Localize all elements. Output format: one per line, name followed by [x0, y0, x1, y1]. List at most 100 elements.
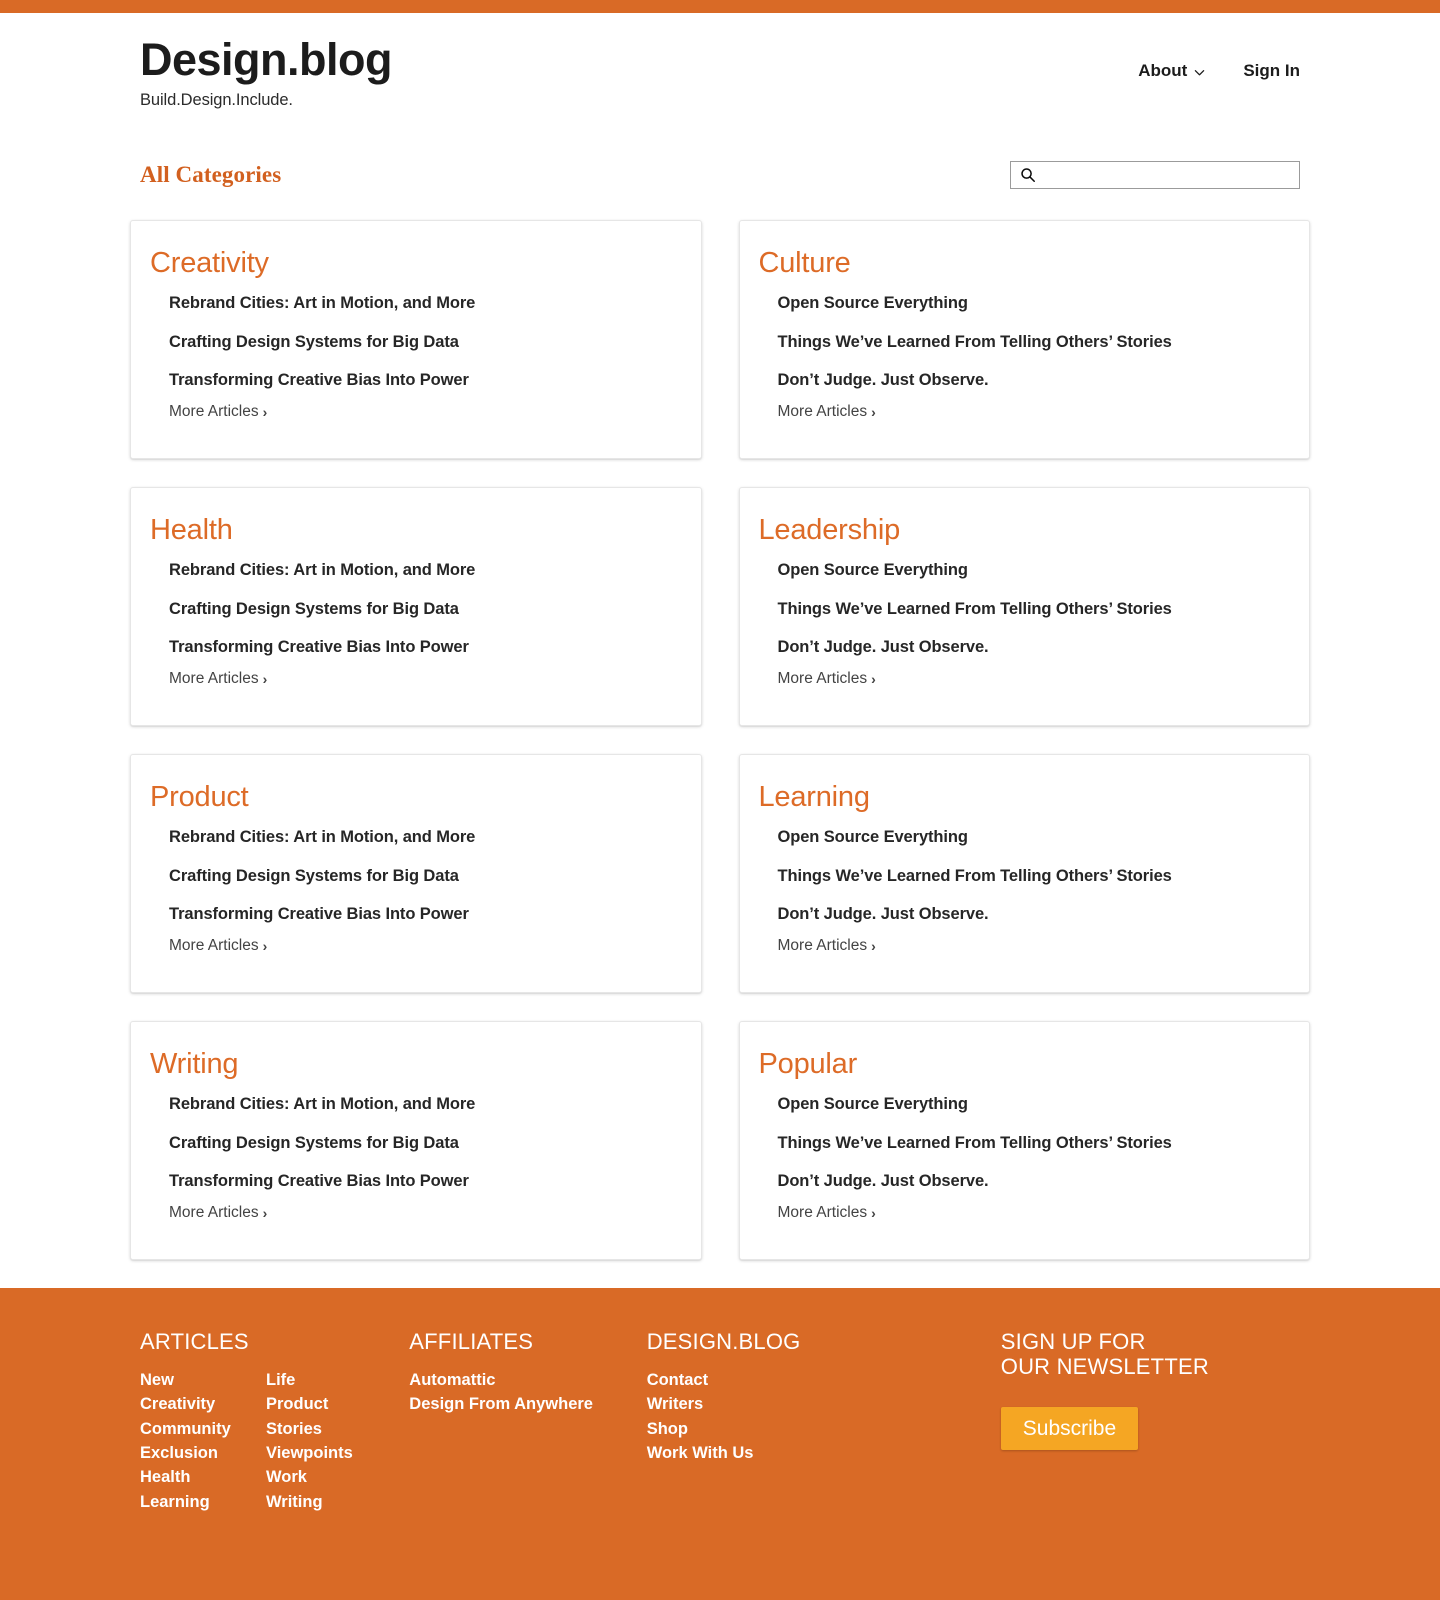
more-articles-link[interactable]: More Articles ›	[778, 670, 876, 688]
chevron-right-icon: ›	[262, 670, 268, 687]
footer-link[interactable]: Life	[266, 1368, 353, 1392]
article-link[interactable]: Rebrand Cities: Art in Motion, and More	[169, 829, 671, 846]
article-link[interactable]: Crafting Design Systems for Big Data	[169, 334, 671, 351]
footer-articles-column-b: Life Product Stories Viewpoints Work Wri…	[266, 1368, 353, 1514]
more-articles-label: More Articles	[777, 402, 868, 420]
footer-link[interactable]: Exclusion	[140, 1441, 266, 1465]
brand-block: Design.blog Build.Design.Include.	[140, 34, 393, 110]
category-card-title[interactable]: Culture	[759, 247, 851, 280]
article-link[interactable]: Don’t Judge. Just Observe.	[778, 372, 1280, 389]
more-articles-label: More Articles	[777, 1203, 868, 1221]
nav-item-sign-in-label: Sign In	[1243, 61, 1300, 80]
more-articles-link[interactable]: More Articles ›	[169, 403, 267, 421]
article-link[interactable]: Open Source Everything	[778, 295, 1280, 312]
category-card-title[interactable]: Learning	[759, 781, 870, 814]
category-card: Leadership Open Source Everything Things…	[738, 487, 1310, 727]
category-card-title[interactable]: Leadership	[759, 514, 901, 547]
category-card-title[interactable]: Health	[150, 514, 233, 547]
article-link[interactable]: Crafting Design Systems for Big Data	[169, 1135, 671, 1152]
article-link[interactable]: Don’t Judge. Just Observe.	[778, 1173, 1280, 1190]
article-link[interactable]: Things We’ve Learned From Telling Others…	[778, 1135, 1280, 1152]
footer-link[interactable]: Contact	[647, 1368, 1001, 1392]
footer-link[interactable]: Writing	[266, 1490, 353, 1514]
footer-link[interactable]: New	[140, 1368, 266, 1392]
nav-item-about[interactable]: About	[1138, 61, 1205, 81]
article-link[interactable]: Crafting Design Systems for Big Data	[169, 601, 671, 618]
more-articles-label: More Articles	[169, 669, 259, 687]
footer-link[interactable]: Community	[140, 1417, 266, 1441]
article-link[interactable]: Transforming Creative Bias Into Power	[169, 906, 671, 923]
category-card: Writing Rebrand Cities: Art in Motion, a…	[130, 1021, 702, 1261]
footer-link[interactable]: Writers	[647, 1392, 1001, 1416]
footer-designblog-links: Contact Writers Shop Work With Us	[647, 1368, 1001, 1465]
article-list: Open Source Everything Things We’ve Lear…	[759, 829, 1280, 923]
main-nav: About Sign In	[1138, 35, 1300, 81]
article-link[interactable]: Open Source Everything	[778, 562, 1280, 579]
footer-column-affiliates: AFFILIATES Automattic Design From Anywhe…	[409, 1330, 646, 1416]
chevron-right-icon: ›	[262, 1204, 268, 1221]
article-link[interactable]: Things We’ve Learned From Telling Others…	[778, 868, 1280, 885]
chevron-right-icon: ›	[871, 403, 876, 420]
category-card: Popular Open Source Everything Things We…	[738, 1021, 1310, 1261]
footer-link[interactable]: Shop	[647, 1417, 1001, 1441]
chevron-right-icon: ›	[262, 937, 268, 954]
article-link[interactable]: Things We’ve Learned From Telling Others…	[778, 334, 1280, 351]
more-articles-link[interactable]: More Articles ›	[778, 1204, 876, 1222]
more-articles-link[interactable]: More Articles ›	[169, 937, 267, 955]
article-list: Open Source Everything Things We’ve Lear…	[759, 1096, 1280, 1190]
footer-articles-links: New Creativity Community Exclusion Healt…	[140, 1368, 409, 1514]
category-card-title[interactable]: Popular	[759, 1048, 858, 1081]
article-link[interactable]: Transforming Creative Bias Into Power	[169, 639, 671, 656]
chevron-right-icon: ›	[871, 937, 876, 954]
site-tagline: Build.Design.Include.	[140, 91, 293, 110]
chevron-down-icon	[1194, 67, 1205, 78]
footer-link[interactable]: Creativity	[140, 1392, 266, 1416]
nav-item-sign-in[interactable]: Sign In	[1243, 61, 1300, 81]
chevron-right-icon: ›	[871, 670, 876, 687]
category-grid: Creativity Rebrand Cities: Art in Motion…	[0, 220, 1440, 1261]
article-link[interactable]: Don’t Judge. Just Observe.	[778, 639, 1280, 656]
category-card-title[interactable]: Writing	[150, 1048, 239, 1081]
article-link[interactable]: Open Source Everything	[778, 829, 1280, 846]
site-title[interactable]: Design.blog	[140, 34, 393, 85]
article-link[interactable]: Transforming Creative Bias Into Power	[169, 372, 671, 389]
article-link[interactable]: Rebrand Cities: Art in Motion, and More	[169, 1096, 671, 1113]
search-input[interactable]	[1011, 162, 1299, 189]
more-articles-label: More Articles	[777, 669, 868, 687]
article-list: Rebrand Cities: Art in Motion, and More …	[150, 829, 671, 923]
more-articles-link[interactable]: More Articles ›	[778, 403, 876, 421]
category-card: Product Rebrand Cities: Art in Motion, a…	[130, 754, 702, 994]
footer-link[interactable]: Viewpoints	[266, 1441, 353, 1465]
article-link[interactable]: Don’t Judge. Just Observe.	[778, 906, 1280, 923]
article-link[interactable]: Things We’ve Learned From Telling Others…	[778, 601, 1280, 618]
footer-articles-column-a: New Creativity Community Exclusion Healt…	[140, 1368, 266, 1514]
footer-link[interactable]: Automattic	[409, 1368, 646, 1392]
footer-link[interactable]: Design From Anywhere	[409, 1392, 646, 1416]
footer-link[interactable]: Work	[266, 1465, 353, 1489]
site-header: Design.blog Build.Design.Include. About …	[0, 13, 1440, 110]
more-articles-label: More Articles	[169, 402, 259, 420]
footer-link[interactable]: Product	[266, 1392, 353, 1416]
article-link[interactable]: Open Source Everything	[778, 1096, 1280, 1113]
chevron-right-icon: ›	[262, 403, 268, 420]
category-card-title[interactable]: Creativity	[150, 247, 269, 280]
footer-link[interactable]: Work With Us	[647, 1441, 1001, 1465]
article-link[interactable]: Transforming Creative Bias Into Power	[169, 1173, 671, 1190]
page-root: Design.blog Build.Design.Include. About …	[0, 0, 1440, 1600]
category-card-title[interactable]: Product	[150, 781, 249, 814]
footer-link[interactable]: Learning	[140, 1490, 266, 1514]
footer-link[interactable]: Health	[140, 1465, 266, 1489]
page-title: All Categories	[140, 162, 282, 188]
article-link[interactable]: Crafting Design Systems for Big Data	[169, 868, 671, 885]
chevron-right-icon: ›	[871, 1204, 876, 1221]
article-link[interactable]: Rebrand Cities: Art in Motion, and More	[169, 562, 671, 579]
article-link[interactable]: Rebrand Cities: Art in Motion, and More	[169, 295, 671, 312]
more-articles-link[interactable]: More Articles ›	[169, 1204, 267, 1222]
subscribe-button[interactable]: Subscribe	[1000, 1406, 1139, 1450]
footer-column-articles: ARTICLES New Creativity Community Exclus…	[140, 1330, 409, 1513]
footer-link[interactable]: Stories	[266, 1417, 353, 1441]
more-articles-label: More Articles	[777, 936, 868, 954]
more-articles-link[interactable]: More Articles ›	[169, 670, 267, 688]
search-box[interactable]	[1010, 161, 1300, 190]
more-articles-link[interactable]: More Articles ›	[778, 937, 876, 955]
